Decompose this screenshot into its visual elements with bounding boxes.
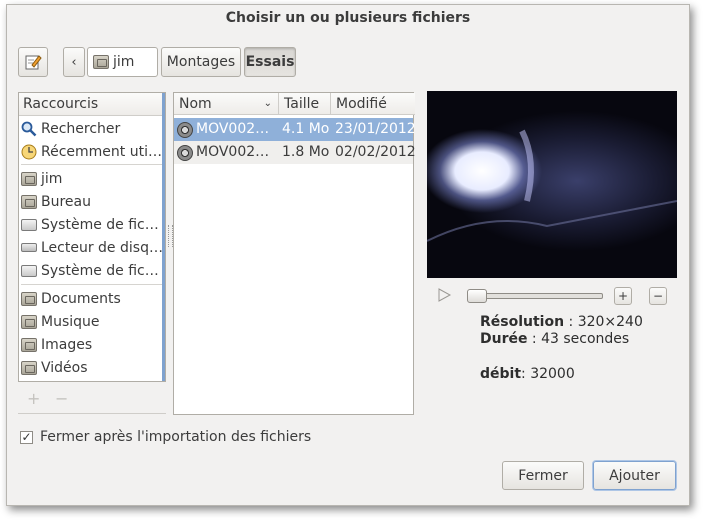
close-button-label: Fermer: [518, 467, 568, 484]
path-label-montages: Montages: [166, 54, 236, 70]
duration-value: : 43 secondes: [527, 331, 630, 347]
home-folder-icon: [93, 55, 109, 69]
video-file-icon: [177, 145, 193, 161]
sidebar-item-filesystem[interactable]: Système de fic…: [19, 213, 165, 236]
drive-icon: [21, 264, 37, 277]
play-icon: [438, 288, 452, 302]
zoom-in-button[interactable]: +: [614, 287, 632, 305]
sidebar-item-label: Vidéos: [41, 359, 88, 376]
duration-info: Durée : 43 secondes: [480, 331, 629, 347]
videos-folder-icon: [21, 360, 37, 375]
column-header-size-label: Taille: [284, 96, 320, 112]
column-header-name[interactable]: Nom ⌄: [174, 93, 279, 115]
file-name: MOV002…: [196, 144, 270, 160]
file-list: Nom ⌄ Taille Modifié MOV002… 4.1 Mo 23/0…: [173, 92, 416, 415]
sidebar-item-label: jim: [41, 170, 63, 187]
video-preview: [427, 91, 677, 278]
file-size: 4.1 Mo: [282, 121, 330, 137]
home-folder-icon: [21, 171, 37, 186]
sidebar-item-label: Lecteur de disq…: [41, 239, 163, 256]
close-after-import-checkbox[interactable]: ✓: [20, 431, 33, 444]
close-button[interactable]: Fermer: [502, 461, 584, 490]
sidebar-item-home[interactable]: jim: [19, 167, 165, 190]
sidebar-item-filesystem-2[interactable]: Système de fic…: [19, 259, 165, 282]
resolution-info: Résolution : 320×240: [480, 314, 643, 330]
path-label-jim: jim: [113, 54, 135, 70]
close-after-import-label[interactable]: Fermer après l'importation des fichiers: [40, 429, 311, 445]
zoom-out-icon: −: [652, 289, 664, 303]
sidebar-item-label: Musique: [41, 313, 100, 330]
sidebar-item-label: Système de fic…: [41, 216, 159, 233]
sidebar-item-desktop[interactable]: Bureau: [19, 190, 165, 213]
documents-folder-icon: [21, 291, 37, 306]
file-name: MOV002…: [196, 121, 270, 137]
path-button-essais[interactable]: Essais: [244, 47, 296, 77]
play-button[interactable]: [436, 287, 452, 307]
pictures-folder-icon: [21, 337, 37, 352]
clock-icon: [21, 144, 37, 159]
file-chooser-dialog: Choisir un ou plusieurs fichiers ‹ jim M…: [6, 4, 690, 506]
pencil-edit-icon: [25, 55, 42, 70]
video-file-icon: [177, 122, 193, 138]
seek-slider[interactable]: [467, 289, 603, 303]
sidebar-item-documents[interactable]: Documents: [19, 287, 165, 310]
file-date: 02/02/2012: [335, 144, 416, 160]
search-icon: [21, 121, 37, 136]
sidebar-item-label: Rechercher: [41, 120, 121, 137]
sidebar-item-label: Documents: [41, 290, 121, 307]
file-date: 23/01/2012: [335, 121, 416, 137]
bitrate-value: : 32000: [521, 366, 575, 382]
sidebar-item-music[interactable]: Musique: [19, 310, 165, 333]
column-header-modified[interactable]: Modifié: [331, 93, 415, 115]
bitrate-label: débit: [480, 366, 522, 382]
floppy-drive-icon: [21, 243, 37, 252]
file-row[interactable]: MOV002… 1.8 Mo 02/02/2012: [174, 141, 416, 164]
sidebar-item-floppy[interactable]: Lecteur de disq…: [19, 236, 165, 259]
zoom-out-button[interactable]: −: [649, 287, 667, 305]
sidebar-item-search[interactable]: Rechercher: [19, 117, 165, 140]
add-button-label: Ajouter: [609, 467, 660, 484]
drive-icon: [21, 218, 37, 231]
places-sidebar: Raccourcis Rechercher Récemment uti… jim…: [18, 92, 166, 382]
sidebar-header[interactable]: Raccourcis: [19, 93, 165, 116]
preview-frame-shape: [427, 129, 677, 242]
path-button-montages[interactable]: Montages: [161, 47, 241, 77]
sidebar-item-label: Images: [41, 336, 93, 353]
duration-label: Durée: [480, 331, 528, 347]
sidebar-item-videos[interactable]: Vidéos: [19, 356, 165, 379]
seek-handle[interactable]: [467, 289, 487, 303]
file-size: 1.8 Mo: [282, 144, 330, 160]
path-button-jim[interactable]: jim: [87, 47, 158, 77]
remove-bookmark-button[interactable]: −: [55, 389, 68, 408]
file-row[interactable]: MOV002… 4.1 Mo 23/01/2012: [174, 118, 416, 141]
sidebar-item-recent[interactable]: Récemment uti…: [19, 140, 165, 163]
resolution-label: Résolution: [480, 314, 565, 330]
sidebar-scrollbar[interactable]: [162, 93, 165, 381]
add-button[interactable]: Ajouter: [593, 461, 676, 490]
path-back-button[interactable]: ‹: [63, 47, 85, 77]
zoom-in-icon: +: [617, 289, 629, 303]
column-header-name-label: Nom: [179, 96, 212, 112]
column-header-modified-label: Modifié: [336, 96, 387, 112]
column-header-size[interactable]: Taille: [279, 93, 331, 115]
add-bookmark-button[interactable]: +: [27, 389, 40, 408]
music-folder-icon: [21, 314, 37, 329]
sidebar-item-label: Bureau: [41, 193, 91, 210]
edit-location-button[interactable]: [18, 47, 48, 77]
resolution-value: : 320×240: [564, 314, 643, 330]
sidebar-item-label: Récemment uti…: [41, 143, 162, 160]
sidebar-item-label: Système de fic…: [41, 262, 159, 279]
chevron-left-icon: ‹: [71, 54, 77, 70]
desktop-folder-icon: [21, 194, 37, 209]
dialog-title: Choisir un ou plusieurs fichiers: [225, 10, 471, 26]
sidebar-separator: [21, 284, 163, 285]
path-label-essais: Essais: [245, 54, 295, 70]
bitrate-info: débit: 32000: [480, 366, 575, 382]
sidebar-item-pictures[interactable]: Images: [19, 333, 165, 356]
chevron-down-icon: ⌄: [263, 98, 272, 109]
sidebar-separator: [21, 164, 163, 165]
sidebar-bottom-separator: [18, 413, 166, 414]
